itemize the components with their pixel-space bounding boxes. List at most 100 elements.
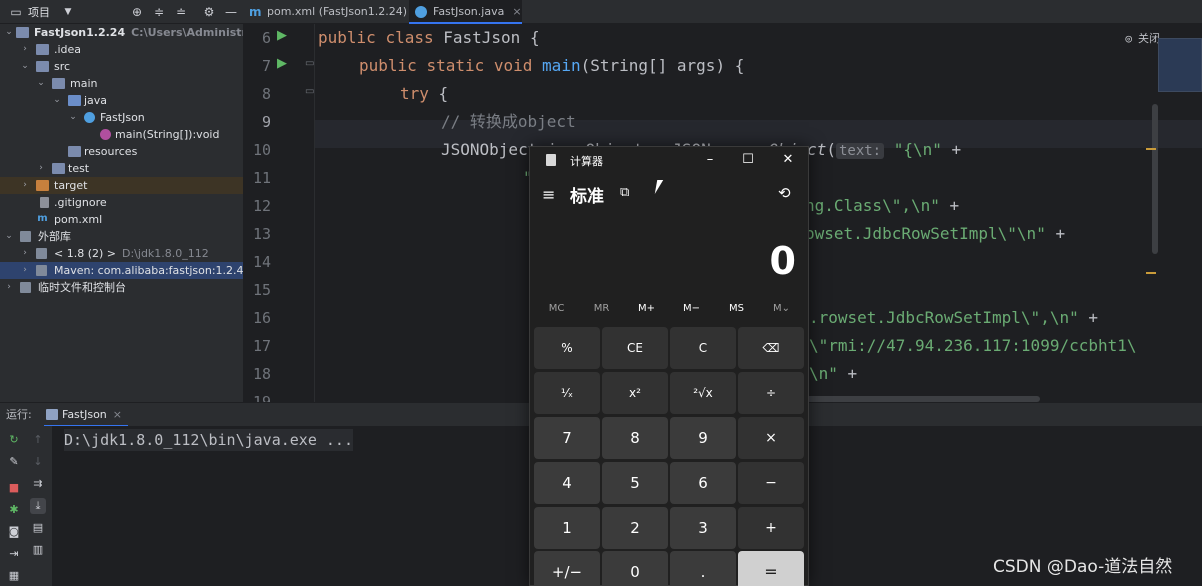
- tree-item-idea[interactable]: › .idea: [0, 41, 243, 58]
- keyword: public: [359, 56, 417, 75]
- tree-item-test[interactable]: › test: [0, 160, 243, 177]
- run-tab-label: FastJson: [62, 408, 107, 421]
- minimize-button[interactable]: –: [694, 149, 726, 171]
- code-minimap[interactable]: [1158, 38, 1202, 92]
- tree-item-src[interactable]: ⌄ src: [0, 58, 243, 75]
- decimal-key[interactable]: .: [670, 551, 736, 586]
- divide-key[interactable]: ÷: [738, 372, 804, 414]
- soft-wrap-icon[interactable]: ⇉: [30, 476, 46, 492]
- negate-key[interactable]: +/−: [534, 551, 600, 586]
- clear-entry-key[interactable]: CE: [602, 327, 668, 369]
- digit-5-key[interactable]: 5: [602, 462, 668, 504]
- gear-icon[interactable]: ⚙: [201, 4, 217, 20]
- digit-0-key[interactable]: 0: [602, 551, 668, 586]
- digit-4-key[interactable]: 4: [534, 462, 600, 504]
- login-icon[interactable]: ⇥: [6, 546, 22, 562]
- tree-item-fastjson-class[interactable]: ⌄ FastJson: [0, 109, 243, 126]
- reciprocal-key[interactable]: ¹⁄ₓ: [534, 372, 600, 414]
- maven-icon: m: [249, 5, 262, 19]
- fold-icon[interactable]: ▭: [305, 58, 314, 69]
- tree-item-resources[interactable]: resources: [0, 143, 243, 160]
- percent-key[interactable]: %: [534, 327, 600, 369]
- close-icon[interactable]: ×: [512, 5, 521, 18]
- arrow-down-icon[interactable]: ↓: [30, 454, 46, 470]
- method-name: main: [542, 56, 581, 75]
- tree-item-target[interactable]: › target: [0, 177, 243, 194]
- print-icon[interactable]: ▤: [30, 520, 46, 536]
- digit-8-key[interactable]: 8: [602, 417, 668, 459]
- square-root-key[interactable]: ²√x: [670, 372, 736, 414]
- tab-pom-xml[interactable]: mpom.xml (FastJson1.2.24)×: [243, 0, 424, 24]
- calculator-titlebar[interactable]: 计算器 – ☐ ✕: [530, 147, 808, 175]
- digit-6-key[interactable]: 6: [670, 462, 736, 504]
- scroll-to-end-icon[interactable]: ⤓: [30, 498, 46, 514]
- digit-3-key[interactable]: 3: [670, 507, 736, 549]
- clear-key[interactable]: C: [670, 327, 736, 369]
- square-key[interactable]: x²: [602, 372, 668, 414]
- memory-store-button[interactable]: MS: [714, 303, 759, 314]
- tree-item-maven-fastjson[interactable]: › Maven: com.alibaba:fastjson:1.2.47: [0, 262, 243, 279]
- tree-item-main-method[interactable]: main(String[]):void: [0, 126, 243, 143]
- close-button[interactable]: ✕: [772, 149, 804, 171]
- line-number: 10: [252, 141, 271, 159]
- locate-icon[interactable]: ⊕: [129, 4, 145, 20]
- trash-icon[interactable]: ▥: [30, 542, 46, 558]
- tree-item-main[interactable]: ⌄ main: [0, 75, 243, 92]
- memory-recall-button[interactable]: MR: [579, 303, 624, 314]
- expand-all-icon[interactable]: ≑: [151, 4, 167, 20]
- multiply-key[interactable]: ×: [738, 417, 804, 459]
- tree-item-external-libs[interactable]: ⌄ 外部库: [0, 228, 243, 245]
- arrow-up-icon[interactable]: ↑: [30, 432, 46, 448]
- tree-item-pom[interactable]: m pom.xml: [0, 211, 243, 228]
- digit-7-key[interactable]: 7: [534, 417, 600, 459]
- digit-2-key[interactable]: 2: [602, 507, 668, 549]
- run-gutter-icon[interactable]: ▶: [277, 56, 287, 71]
- string-literal: ng.Class\",\n": [805, 196, 940, 215]
- digit-9-key[interactable]: 9: [670, 417, 736, 459]
- vertical-scrollbar[interactable]: [1152, 104, 1158, 254]
- reader-mode-toggle[interactable]: ◎ 关闭: [1125, 30, 1160, 46]
- fold-icon[interactable]: ▭: [305, 86, 314, 97]
- camera-icon[interactable]: ◙: [6, 524, 22, 540]
- subtract-key[interactable]: −: [738, 462, 804, 504]
- warning-marker[interactable]: [1146, 148, 1156, 150]
- hamburger-menu-icon[interactable]: ≡: [542, 185, 555, 204]
- tree-item-scratches[interactable]: › 临时文件和控制台: [0, 279, 243, 296]
- tree-item-gitignore[interactable]: .gitignore: [0, 194, 243, 211]
- wrench-icon[interactable]: ✎: [6, 454, 22, 470]
- tree-item-jdk[interactable]: › < 1.8 (2) > D:\jdk1.8.0_112: [0, 245, 243, 262]
- add-key[interactable]: +: [738, 507, 804, 549]
- memory-subtract-button[interactable]: M−: [669, 303, 714, 314]
- maximize-button[interactable]: ☐: [732, 149, 764, 171]
- pin-icon[interactable]: ▦: [6, 568, 22, 584]
- project-view-icon[interactable]: ▭: [8, 4, 24, 20]
- stop-icon[interactable]: ■: [6, 480, 22, 496]
- tree-item-java[interactable]: ⌄ java: [0, 92, 243, 109]
- debug-icon[interactable]: ✱: [6, 502, 22, 518]
- rerun-icon[interactable]: ↻: [6, 432, 22, 448]
- history-icon[interactable]: ⟲: [778, 184, 791, 202]
- tree-item-project-root[interactable]: ⌄ FastJson1.2.24C:\Users\Administrator\D: [0, 24, 243, 41]
- chevron-down-icon[interactable]: ▼: [60, 4, 76, 20]
- keyword: try: [400, 84, 429, 103]
- run-gutter-icon[interactable]: ▶: [277, 28, 287, 43]
- backspace-key[interactable]: ⌫: [738, 327, 804, 369]
- run-tab-fastjson[interactable]: FastJson ×: [44, 403, 128, 427]
- tree-item-label: resources: [84, 145, 138, 158]
- project-panel-title[interactable]: 项目: [28, 4, 50, 20]
- line-number: 14: [252, 253, 271, 271]
- keep-on-top-icon[interactable]: ⧉: [620, 185, 629, 200]
- equals-key[interactable]: =: [738, 551, 804, 586]
- code-line-18: \n" +: [809, 360, 857, 388]
- close-icon[interactable]: ×: [113, 408, 122, 421]
- minimize-icon[interactable]: —: [223, 4, 239, 20]
- memory-list-button[interactable]: M⌄: [759, 303, 804, 314]
- warning-marker[interactable]: [1146, 272, 1156, 274]
- memory-add-button[interactable]: M+: [624, 303, 669, 314]
- library-icon: [20, 231, 31, 242]
- memory-clear-button[interactable]: MC: [534, 303, 579, 314]
- digit-1-key[interactable]: 1: [534, 507, 600, 549]
- collapse-all-icon[interactable]: ≐: [173, 4, 189, 20]
- line-number: 12: [252, 197, 271, 215]
- tab-fastjson-java[interactable]: FastJson.java ×: [409, 0, 522, 24]
